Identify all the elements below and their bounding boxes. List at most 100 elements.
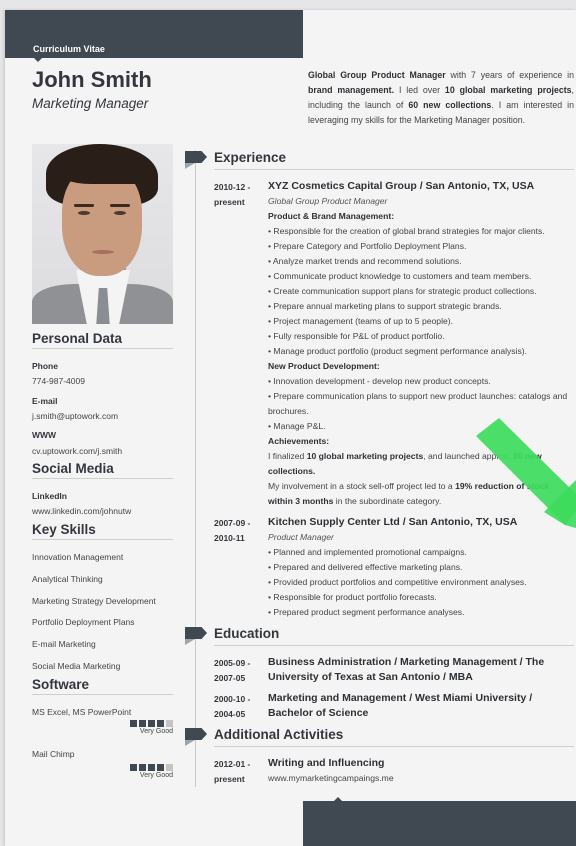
job-role: Global Group Product Manager: [268, 196, 388, 206]
linkedin-label: LinkedIn: [32, 491, 67, 501]
job-bullet: Prepared and delivered effective marketi…: [268, 560, 570, 575]
date-start: 2007-09 -: [214, 518, 251, 528]
edu-title: Marketing and Management / West Miami Un…: [268, 692, 533, 719]
candidate-name: John Smith: [32, 67, 152, 92]
www-value[interactable]: cv.uptowork.com/j.smith: [32, 446, 122, 456]
profile-photo: [32, 144, 173, 324]
job-bullet: Responsible for the creation of global b…: [268, 224, 570, 239]
www-label: WWW: [32, 430, 57, 440]
skill-item: E-mail Marketing: [32, 639, 96, 649]
edu-date: 2000-10 - 2004-05: [214, 692, 250, 722]
job-role: Product Manager: [268, 532, 334, 542]
edu-date: 2005-09 - 2007-05: [214, 656, 250, 686]
edu-entry: Marketing and Management / West Miami Un…: [268, 691, 570, 721]
activities-heading: Additional Activities: [214, 727, 574, 747]
date-start: 2000-10 -: [214, 694, 251, 704]
key-skills-heading: Key Skills: [32, 522, 173, 540]
education-heading: Education: [214, 626, 574, 646]
rating-box-empty: [166, 764, 173, 771]
phone-label: Phone: [32, 361, 58, 371]
linkedin-value[interactable]: www.linkedin.com/johnutw: [32, 506, 131, 516]
job-bullet: Communicate product knowledge to custome…: [268, 269, 570, 284]
job-subheading: New Product Development:: [268, 361, 380, 371]
skill-item: Portfolio Deployment Plans: [32, 617, 135, 627]
job-subheading: Product & Brand Management:: [268, 211, 395, 221]
rating-label: Very Good: [139, 772, 173, 779]
job-bullet: Prepare Category and Portfolio Deploymen…: [268, 239, 570, 254]
activity-date: 2012-01 - present: [214, 757, 250, 787]
section-marker-icon: [185, 151, 207, 169]
date-end: 2004-05: [214, 709, 246, 719]
activity-title: Writing and Influencing: [268, 757, 385, 769]
software-rating: Very Good: [127, 764, 173, 779]
rating-box-filled: [148, 764, 155, 771]
timeline-line: [195, 150, 196, 787]
job-bullet: Project management (teams of up to 5 peo…: [268, 314, 570, 329]
job-date: 2007-09 - 2010-11: [214, 516, 250, 546]
date-start: 2010-12 -: [214, 182, 251, 192]
software-heading: Software: [32, 677, 173, 695]
section-marker-icon: [185, 728, 207, 746]
experience-heading: Experience: [214, 150, 574, 170]
job-bullet: Innovation development - develop new pro…: [268, 374, 570, 389]
rating-box-filled: [157, 764, 164, 771]
phone-value: 774-987-4009: [32, 376, 85, 386]
date-end: 2010-11: [214, 533, 245, 543]
rating-box-empty: [166, 720, 173, 727]
rating-boxes: [127, 764, 173, 771]
date-end: 2007-05: [214, 673, 246, 683]
footer-bar: [303, 801, 576, 846]
email-label: E-mail: [32, 396, 58, 406]
activity-entry: Writing and Influencing www.mymarketingc…: [268, 756, 570, 786]
job-bullet: Responsible for product portfolio foreca…: [268, 590, 570, 605]
job-bullet: Prepare communication plans to support n…: [268, 389, 570, 419]
social-media-heading: Social Media: [32, 461, 173, 479]
rating-box-filled: [139, 764, 146, 771]
job-bullet: Analyze market trends and recommend solu…: [268, 254, 570, 269]
cv-label: Curriculum Vitae: [33, 44, 105, 54]
software-item: MS Excel, MS PowerPoint: [32, 707, 132, 717]
job-bullet: Manage P&L.: [268, 419, 570, 434]
rating-label: Very Good: [139, 728, 173, 735]
date-end: present: [214, 197, 245, 207]
rating-box-filled: [139, 720, 146, 727]
skill-item: Analytical Thinking: [32, 574, 103, 584]
skill-item: Innovation Management: [32, 552, 124, 562]
edu-title: Business Administration / Marketing Mana…: [268, 656, 545, 683]
achievement: My involvement in a stock sell-off proje…: [268, 481, 550, 506]
achievement: I finalized 10 global marketing projects…: [268, 451, 542, 476]
rating-box-filled: [148, 720, 155, 727]
job-bullet: Fully responsible for P&L of product por…: [268, 329, 570, 344]
job-bullet: Provided product portfolios and competit…: [268, 575, 570, 590]
date-end: present: [214, 774, 245, 784]
email-value[interactable]: j.smith@uptowork.com: [32, 411, 118, 421]
skill-item: Social Media Marketing: [32, 661, 121, 671]
date-start: 2005-09 -: [214, 658, 251, 668]
rating-box-filled: [130, 764, 137, 771]
date-start: 2012-01 -: [214, 759, 251, 769]
job-bullet: Prepared product segment performance ana…: [268, 605, 570, 620]
rating-box-filled: [130, 720, 137, 727]
skill-item: Marketing Strategy Development: [32, 596, 156, 606]
job-date: 2010-12 - present: [214, 180, 250, 210]
candidate-title: Marketing Manager: [32, 96, 149, 111]
job-org: XYZ Cosmetics Capital Group / San Antoni…: [268, 180, 535, 192]
rating-box-filled: [157, 720, 164, 727]
rating-boxes: [127, 720, 173, 727]
job-entry: Kitchen Supply Center Ltd / San Antonio,…: [268, 515, 570, 620]
cv-pointer: [34, 58, 42, 62]
summary-paragraph: Global Group Product Manager with 7 year…: [308, 70, 575, 125]
job-bullet: Manage product portfolio (product segmen…: [268, 344, 570, 359]
job-bullet: Create communication support plans for s…: [268, 284, 570, 299]
achievements-heading: Achievements:: [268, 436, 330, 446]
job-entry: XYZ Cosmetics Capital Group / San Antoni…: [268, 179, 570, 509]
software-item: Mail Chimp: [32, 749, 75, 759]
job-bullet: Planned and implemented promotional camp…: [268, 545, 570, 560]
activity-url[interactable]: www.mymarketingcampaings.me: [268, 771, 570, 786]
job-org: Kitchen Supply Center Ltd / San Antonio,…: [268, 516, 518, 528]
job-bullet: Prepare annual marketing plans to suppor…: [268, 299, 570, 314]
section-marker-icon: [185, 627, 207, 645]
software-rating: Very Good: [127, 720, 173, 735]
personal-data-heading: Personal Data: [32, 331, 173, 349]
edu-entry: Business Administration / Marketing Mana…: [268, 655, 570, 685]
